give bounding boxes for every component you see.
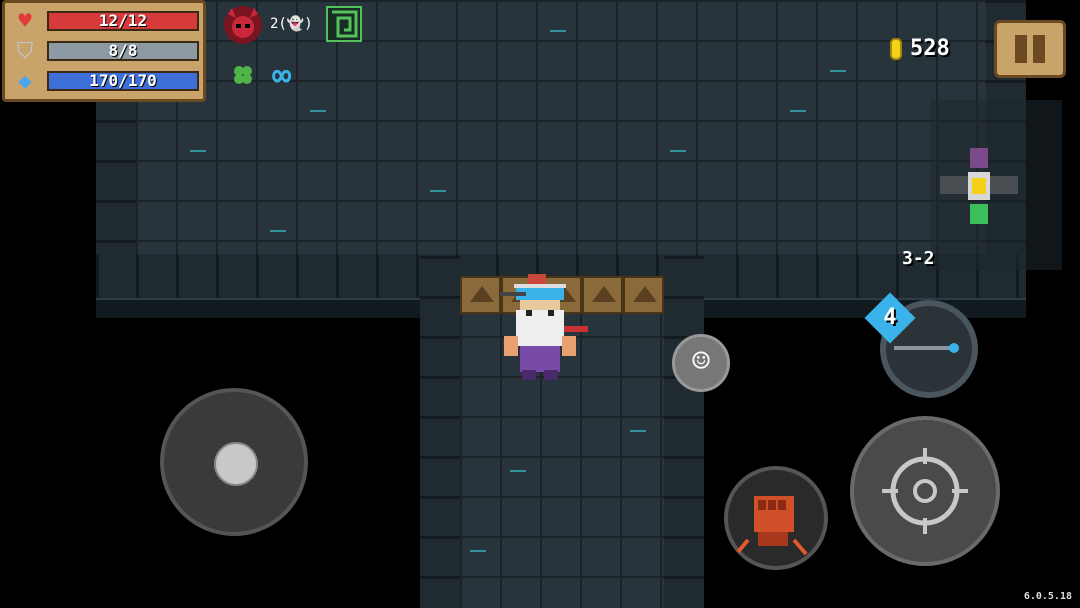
fist-skill-icon	[736, 496, 808, 556]
floor-marking	[190, 150, 206, 152]
floor-marking	[430, 190, 446, 192]
coin-icon	[890, 37, 902, 60]
hero-character	[500, 274, 588, 380]
version-label: 6.0.5.18	[1023, 591, 1072, 602]
infinity-icon: ∞	[272, 56, 292, 94]
corridor-wall-left	[420, 256, 460, 608]
energy-value: 170/170	[89, 71, 157, 90]
joystick-knob[interactable]	[214, 442, 258, 486]
health-row: ♥ 12/12	[11, 9, 201, 35]
floor-marking	[790, 110, 806, 112]
skill-button[interactable]	[724, 466, 828, 570]
player-stats-panel: ♥ 12/12 ⛉ 8/8 ◆ 170/170	[2, 0, 206, 102]
energy-bar: 170/170	[47, 71, 199, 91]
corridor-wall-right	[664, 256, 704, 608]
coin-amount: 528	[910, 36, 950, 61]
armor-row: ⛉ 8/8	[11, 39, 201, 65]
energy-cost-value: 4	[883, 305, 897, 330]
minimap	[930, 100, 1062, 270]
energy-crystal-icon: ◆	[18, 69, 32, 94]
curse-counter: 2(👻)	[270, 16, 313, 32]
level-indicator: 3-2	[902, 248, 935, 269]
armor-bar: 8/8	[47, 41, 199, 61]
floor-marking	[830, 70, 846, 72]
floor-marking	[310, 110, 326, 112]
shield-icon: ⛉	[16, 39, 34, 64]
crosshair-icon	[882, 448, 968, 534]
floor-marking	[470, 550, 486, 552]
health-bar: 12/12	[47, 11, 199, 31]
coin-counter: 528	[890, 36, 950, 61]
energy-row: ◆ 170/170	[11, 69, 201, 95]
pause-button[interactable]	[994, 20, 1066, 78]
floor-marking	[510, 470, 526, 472]
maze-icon	[326, 6, 362, 42]
floor-marking	[270, 230, 286, 232]
movement-joystick[interactable]	[160, 388, 308, 536]
floor-marking	[630, 430, 646, 432]
emote-button[interactable]: ☺	[672, 334, 730, 392]
demon-skull-icon	[224, 6, 262, 44]
clover-icon	[234, 66, 252, 84]
health-value: 12/12	[98, 11, 148, 30]
armor-value: 8/8	[108, 41, 138, 60]
floor-marking	[670, 150, 686, 152]
heart-icon: ♥	[18, 9, 32, 34]
minimap-rooms	[940, 148, 1018, 224]
floor-marking	[550, 30, 566, 32]
attack-button[interactable]	[850, 416, 1000, 566]
